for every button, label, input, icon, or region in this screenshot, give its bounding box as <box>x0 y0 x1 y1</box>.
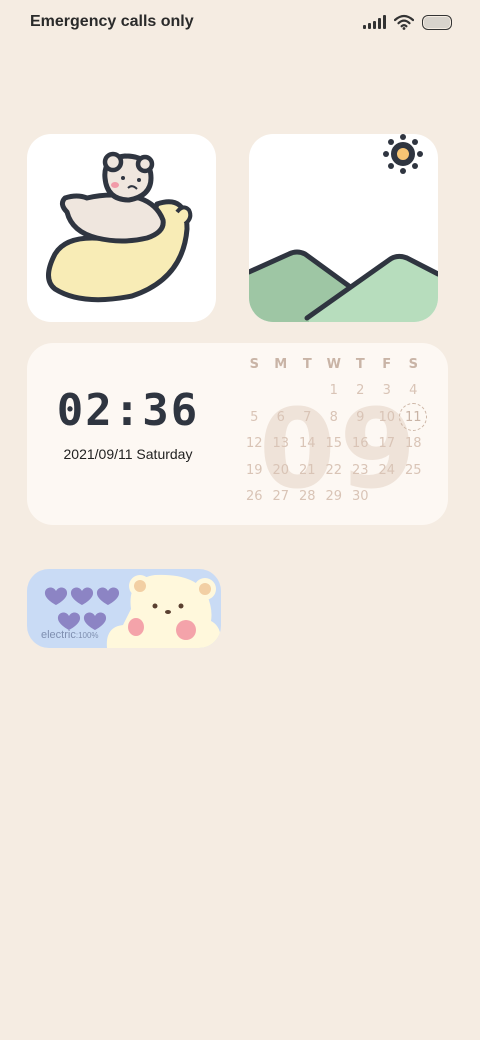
bear-moon-widget[interactable] <box>27 134 216 322</box>
calendar-week: 19 20 21 22 23 24 25 <box>241 457 427 484</box>
heart-icon <box>70 587 94 605</box>
carrier-text: Emergency calls only <box>30 13 194 30</box>
weekday-label: F <box>382 356 392 372</box>
calendar-weekday-header: S M T W T F S <box>241 351 427 378</box>
status-bar: Emergency calls only <box>0 0 480 44</box>
calendar-day: 3 <box>382 383 391 399</box>
weekday-label: T <box>355 356 365 372</box>
bear-face-icon <box>106 574 221 648</box>
calendar-day: 22 <box>325 462 343 478</box>
calendar-day: 17 <box>378 436 396 452</box>
calendar-day-today: 11 <box>399 403 427 432</box>
calendar-week: 1 2 3 4 <box>241 378 427 405</box>
wifi-icon <box>394 14 414 30</box>
calendar-day: 25 <box>404 462 422 478</box>
calendar-grid: S M T W T F S 1 2 3 4 5 6 7 8 9 10 11 12 <box>241 351 427 510</box>
calendar-day: 27 <box>272 489 290 505</box>
sun-mountains-illustration <box>249 134 438 322</box>
weekday-label: W <box>326 356 341 372</box>
battery-label-text: electric <box>41 629 76 641</box>
calendar-day: 30 <box>351 489 369 505</box>
calendar-day: 19 <box>245 462 263 478</box>
signal-icon <box>363 15 386 29</box>
clock-date: 2021/09/11 Saturday <box>63 446 193 462</box>
calendar-day: 1 <box>329 383 338 399</box>
weekday-label: S <box>408 356 418 372</box>
calendar-day: 6 <box>276 409 285 425</box>
calendar-day: 5 <box>250 409 259 425</box>
battery-icon <box>422 14 452 30</box>
weekday-label: M <box>274 356 288 372</box>
calendar-day: 2 <box>356 383 365 399</box>
calendar-week: 12 13 14 15 16 17 18 <box>241 431 427 458</box>
sun-icon <box>383 134 423 174</box>
calendar-day: 15 <box>325 436 343 452</box>
status-icons <box>363 12 452 32</box>
calendar-day: 12 <box>245 436 263 452</box>
battery-widget[interactable]: electric:100% <box>27 569 221 648</box>
battery-label: electric:100% <box>41 629 99 641</box>
weekday-label: T <box>302 356 312 372</box>
clock-time: 02:36 <box>56 385 200 436</box>
calendar-day: 10 <box>378 409 396 425</box>
battery-fill <box>424 16 450 28</box>
heart-icon <box>83 612 107 630</box>
calendar-day: 18 <box>404 436 422 452</box>
calendar-day: 26 <box>245 489 263 505</box>
heart-icon <box>57 612 81 630</box>
calendar-day: 24 <box>378 462 396 478</box>
calendar-day: 28 <box>298 489 316 505</box>
calendar-day: 8 <box>329 409 338 425</box>
calendar-week: 26 27 28 29 30 <box>241 484 427 511</box>
clock-calendar-widget[interactable]: 09 02:36 2021/09/11 Saturday S M T W T F… <box>27 343 448 525</box>
calendar-day: 16 <box>351 436 369 452</box>
heart-icon <box>96 587 120 605</box>
calendar-day: 7 <box>303 409 312 425</box>
calendar-day: 29 <box>325 489 343 505</box>
calendar-day: 21 <box>298 462 316 478</box>
calendar-day: 13 <box>272 436 290 452</box>
calendar-day: 9 <box>356 409 365 425</box>
weekday-label: S <box>249 356 259 372</box>
battery-percent: :100% <box>75 631 99 640</box>
bear-on-moon-illustration <box>46 151 193 303</box>
calendar-day: 23 <box>351 462 369 478</box>
calendar-day: 4 <box>409 383 418 399</box>
mountain-widget[interactable] <box>249 134 438 322</box>
heart-icon <box>44 587 68 605</box>
calendar-week: 5 6 7 8 9 10 11 <box>241 403 427 432</box>
calendar-day: 20 <box>272 462 290 478</box>
calendar-day: 14 <box>298 436 316 452</box>
